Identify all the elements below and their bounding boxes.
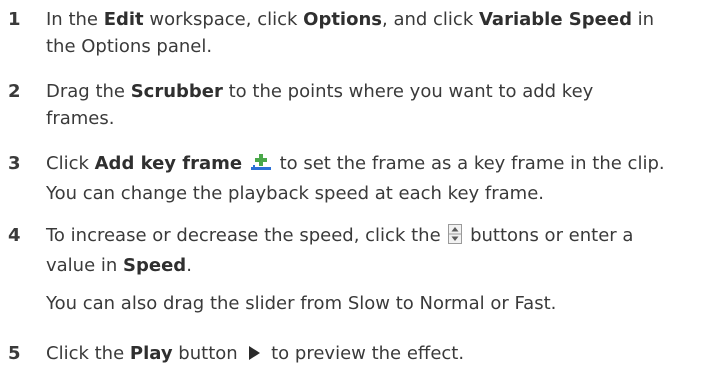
add-key-frame-term: Add key frame bbox=[94, 153, 243, 174]
document-body: 1 In the Edit workspace, click Options, … bbox=[0, 0, 714, 387]
speed-term: Speed bbox=[123, 255, 187, 276]
add-key-frame-icon bbox=[250, 152, 272, 180]
play-term: Play bbox=[129, 343, 173, 364]
play-icon bbox=[245, 343, 263, 370]
step-text: Drag the Scrubber to the points where yo… bbox=[46, 81, 594, 129]
step-text: To increase or decrease the speed, click… bbox=[46, 224, 634, 276]
note-paragraph: You can also drag the slider from Slow t… bbox=[46, 293, 557, 314]
step-number: 2 bbox=[8, 81, 21, 102]
edit-term: Edit bbox=[103, 9, 144, 30]
step-text: In the Edit workspace, click Options, an… bbox=[46, 9, 655, 57]
step-number: 1 bbox=[8, 9, 21, 30]
step-text: Click the Play button to preview the eff… bbox=[46, 340, 708, 370]
step-number: 3 bbox=[8, 153, 21, 174]
scrubber-term: Scrubber bbox=[130, 81, 223, 102]
step-text: Click Add key frame to set the frame as … bbox=[46, 152, 665, 204]
variable-speed-term: Variable Speed bbox=[478, 9, 632, 30]
spin-buttons-icon bbox=[448, 224, 463, 252]
step-number: 4 bbox=[8, 225, 21, 246]
options-term: Options bbox=[303, 9, 382, 30]
step-number: 5 bbox=[8, 343, 21, 364]
